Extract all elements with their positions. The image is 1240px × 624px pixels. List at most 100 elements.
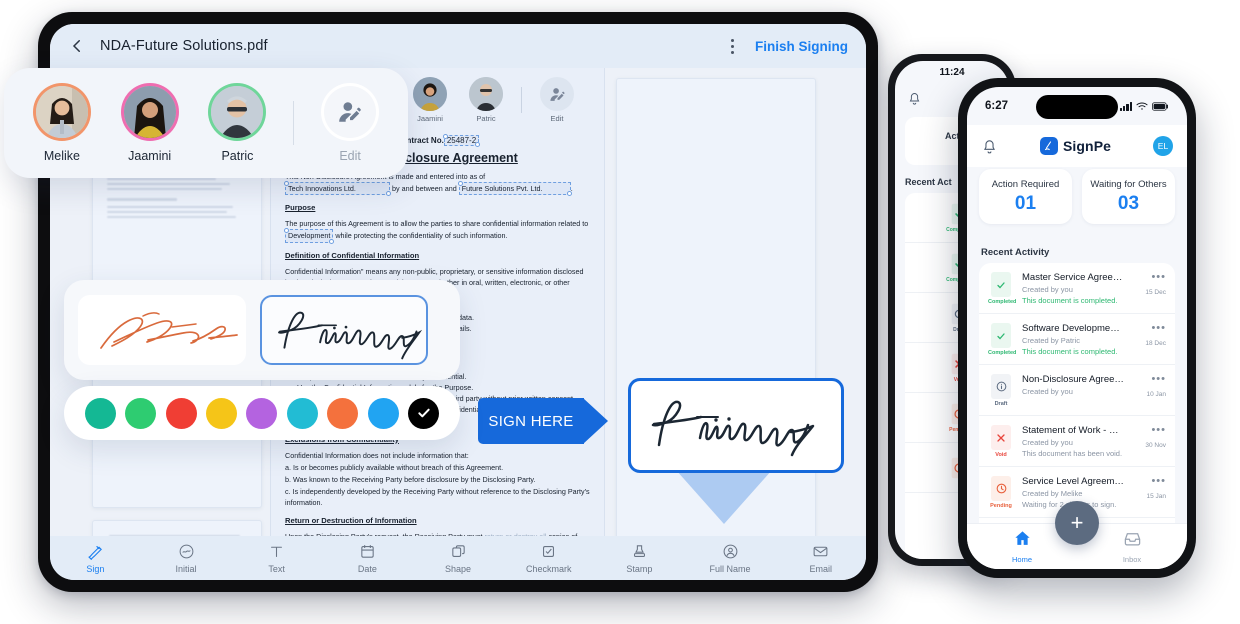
activity-creator: Created by Melike	[1022, 489, 1083, 498]
saved-signature-card[interactable]	[78, 295, 246, 365]
stat-card-waiting-for-others[interactable]: Waiting for Others 03	[1082, 169, 1175, 224]
tool-date[interactable]: Date	[322, 543, 413, 574]
check-icon	[418, 408, 430, 418]
color-swatch-purple[interactable]	[246, 397, 278, 429]
stat-label: Action Required	[991, 179, 1060, 190]
cellular-icon	[1119, 101, 1132, 111]
activity-note: This document is completed.	[1022, 347, 1118, 356]
status-indicators	[1119, 101, 1169, 111]
activity-date: 10 Jan	[1146, 391, 1166, 398]
contract-no-field[interactable]: 25487-2	[442, 134, 481, 147]
color-swatch-black-selected[interactable]	[408, 397, 440, 429]
color-swatch-red[interactable]	[165, 397, 197, 429]
bell-icon[interactable]	[981, 138, 998, 155]
overflow-menu-icon[interactable]: •••	[1132, 425, 1166, 436]
person-name: Melike	[43, 149, 80, 163]
return-heading: Return or Destruction of Information	[285, 516, 417, 526]
sign-here-flag[interactable]: SIGN HERE	[478, 398, 608, 444]
finish-signing-button[interactable]: Finish Signing	[755, 39, 848, 54]
stamp-icon	[594, 543, 685, 561]
tool-email[interactable]: Email	[775, 543, 866, 574]
activity-row[interactable]: Void Statement of Work - Q1 2024.... Cre…	[979, 416, 1175, 467]
stat-value: 01	[1014, 193, 1037, 214]
edit-label: Edit	[550, 114, 564, 123]
person-photo	[469, 77, 503, 111]
color-swatch-green[interactable]	[125, 397, 157, 429]
party-one-field[interactable]: Tech Innovations Ltd.	[284, 181, 391, 197]
avatar	[469, 77, 503, 111]
screenshot-root: 3	[0, 0, 1240, 624]
user-edit-icon	[339, 102, 361, 122]
document-title-bar: NDA-Future Solutions.pdf	[100, 38, 268, 54]
exclusions-item: b. Was known to the Receiving Party befo…	[285, 474, 536, 484]
exclusions-item: c. Is independently developed by the Rec…	[285, 486, 590, 508]
tool-shape[interactable]: Shape	[413, 543, 504, 574]
tool-stamp[interactable]: Stamp	[594, 543, 685, 574]
activity-row[interactable]: Completed Software Development Contra...…	[979, 314, 1175, 365]
person-photo	[413, 77, 447, 111]
color-swatch-teal[interactable]	[84, 397, 116, 429]
create-document-fab[interactable]: +	[1055, 501, 1099, 545]
wifi-icon	[1136, 102, 1148, 110]
edit-people-button[interactable]: Edit	[318, 83, 382, 163]
chevron-left-icon[interactable]	[68, 37, 86, 55]
color-swatch-yellow[interactable]	[206, 397, 238, 429]
avatar-ring	[321, 83, 380, 141]
tablet-bottom-toolbar: Sign Initial Text Date Shape Checkmark S…	[50, 536, 866, 580]
avatar	[35, 86, 88, 138]
activity-meta: ••• 30 Nov	[1132, 425, 1166, 458]
activity-meta: ••• 15 Dec	[1132, 272, 1166, 305]
activity-name: Service Level Agreement.pdf	[1022, 476, 1124, 487]
avatar-placeholder	[540, 77, 574, 111]
tool-text[interactable]: Text	[231, 543, 322, 574]
overflow-menu-icon[interactable]: •••	[1132, 374, 1166, 385]
purpose-field[interactable]: Development	[283, 228, 335, 244]
person-jaamini[interactable]: Jaamini	[118, 83, 182, 163]
activity-status-icon: Pending	[988, 476, 1014, 509]
status-badge: Completed	[988, 299, 1017, 305]
person-name: Jaamini	[128, 149, 172, 163]
pen-icon	[50, 543, 141, 561]
person-patric[interactable]: Patric	[206, 83, 270, 163]
user-avatar-chip[interactable]: EL	[1153, 136, 1173, 156]
overflow-menu-icon[interactable]: •••	[1132, 476, 1166, 487]
color-swatch-orange[interactable]	[327, 397, 359, 429]
bell-icon[interactable]	[907, 91, 922, 111]
tool-full-name[interactable]: Full Name	[685, 543, 776, 574]
selected-signature-card[interactable]	[260, 295, 428, 365]
tool-sign[interactable]: Sign	[50, 543, 141, 574]
signature-preview-callout[interactable]	[628, 378, 844, 473]
color-swatch-blue[interactable]	[367, 397, 399, 429]
stat-card-action-required[interactable]: Action Required 01	[979, 169, 1072, 224]
color-swatch-cyan[interactable]	[286, 397, 318, 429]
overflow-menu-icon[interactable]: •••	[1132, 323, 1166, 334]
activity-details: Statement of Work - Q1 2024.... Created …	[1022, 425, 1124, 458]
tool-checkmark[interactable]: Checkmark	[503, 543, 594, 574]
topbar-actions: Finish Signing	[726, 35, 848, 58]
brand-name: SignPe	[1062, 138, 1112, 154]
signer-avatar-jaamini[interactable]: Jaamini	[409, 77, 451, 123]
tool-label: Full Name	[709, 563, 751, 574]
sign-here-label: SIGN HERE	[478, 398, 584, 444]
definition-heading: Definition of Confidential Information	[285, 250, 420, 260]
person-melike[interactable]: Melike	[30, 83, 94, 163]
edit-signers-button[interactable]: Edit	[536, 77, 578, 123]
overflow-menu-icon[interactable]: •••	[1132, 272, 1166, 283]
activity-date: 18 Dec	[1145, 340, 1166, 347]
tablet-topbar: NDA-Future Solutions.pdf Finish Signing	[50, 24, 866, 68]
page-thumbnail[interactable]	[92, 520, 262, 536]
activity-status-icon: Void	[988, 425, 1014, 458]
activity-creator: Created by you	[1022, 438, 1073, 447]
status-badge: Pending	[990, 503, 1012, 509]
activity-row[interactable]: Draft Non-Disclosure Agreement.pdf Creat…	[979, 365, 1175, 416]
avatar-ring	[208, 83, 267, 141]
activity-status-icon: Completed	[988, 272, 1017, 305]
activity-row[interactable]: Completed Master Service Agreement - A..…	[979, 263, 1175, 314]
tool-initial[interactable]: Initial	[141, 543, 232, 574]
tool-label: Sign	[86, 563, 105, 574]
kebab-menu-icon[interactable]	[726, 35, 739, 58]
party-two-field[interactable]: Future Solutions Pvt. Ltd.	[457, 181, 572, 197]
activity-name: Software Development Contra...	[1022, 323, 1124, 334]
initial-icon	[141, 543, 232, 561]
signer-avatar-patric[interactable]: Patric	[465, 77, 507, 123]
